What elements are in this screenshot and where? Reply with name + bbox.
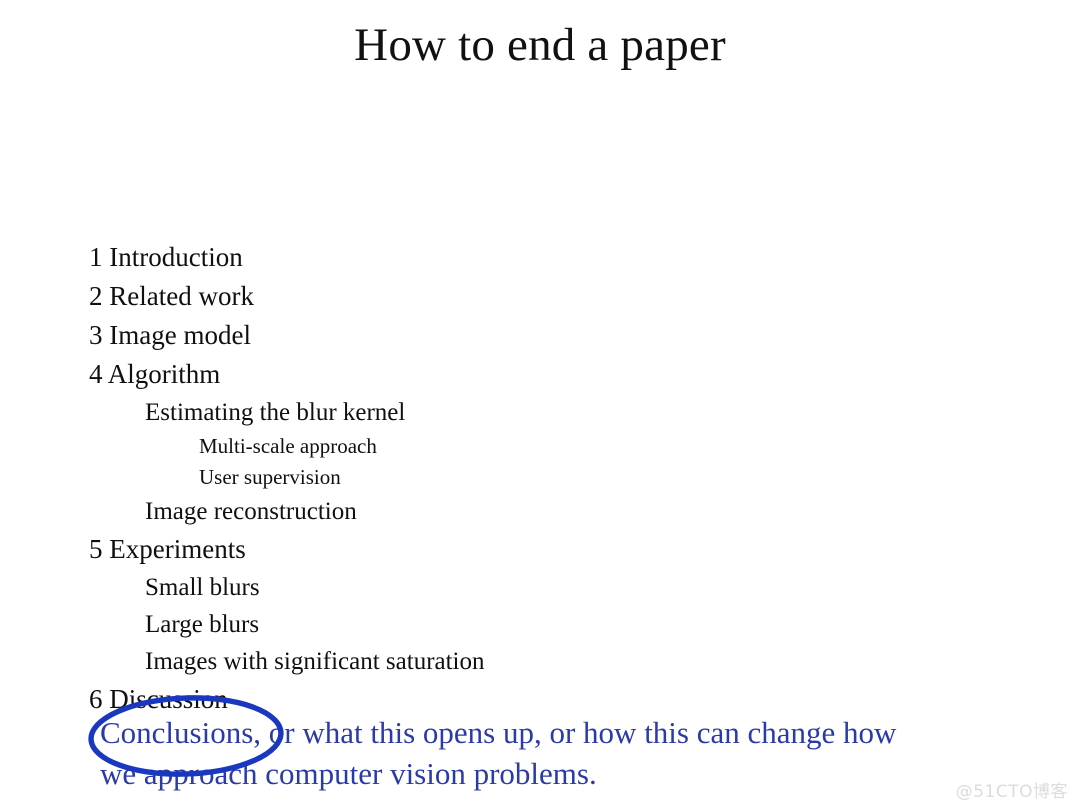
- outline-item: Images with significant saturation: [145, 648, 485, 675]
- outline-item: Estimating the blur kernel: [145, 399, 406, 426]
- slide-canvas: How to end a paper 1 Introduction 2 Relat…: [0, 0, 1080, 810]
- outline-item: Small blurs: [145, 574, 260, 601]
- annotation-text-block: Conclusions, or what this opens up, or h…: [100, 712, 1060, 794]
- outline-item: 5 Experiments: [89, 534, 246, 564]
- outline-item: Multi-scale approach: [199, 434, 377, 458]
- outline-list: 1 Introduction 2 Related work 3 Image mode…: [0, 238, 1080, 719]
- outline-item: Image reconstruction: [145, 498, 357, 525]
- page-title: How to end a paper: [354, 19, 726, 71]
- outline-item: 3 Image model: [89, 320, 251, 350]
- annotation-line: we approach computer vision problems.: [100, 756, 597, 791]
- outline-item: Large blurs: [145, 611, 260, 638]
- outline-item: User supervision: [199, 465, 341, 489]
- outline-item: 1 Introduction: [89, 242, 243, 272]
- outline-item: 2 Related work: [89, 281, 254, 311]
- watermark: @51CTO博客: [955, 782, 1068, 802]
- outline-item: 4 Algorithm: [89, 359, 221, 389]
- annotation-line: Conclusions, or what this opens up, or h…: [100, 715, 897, 750]
